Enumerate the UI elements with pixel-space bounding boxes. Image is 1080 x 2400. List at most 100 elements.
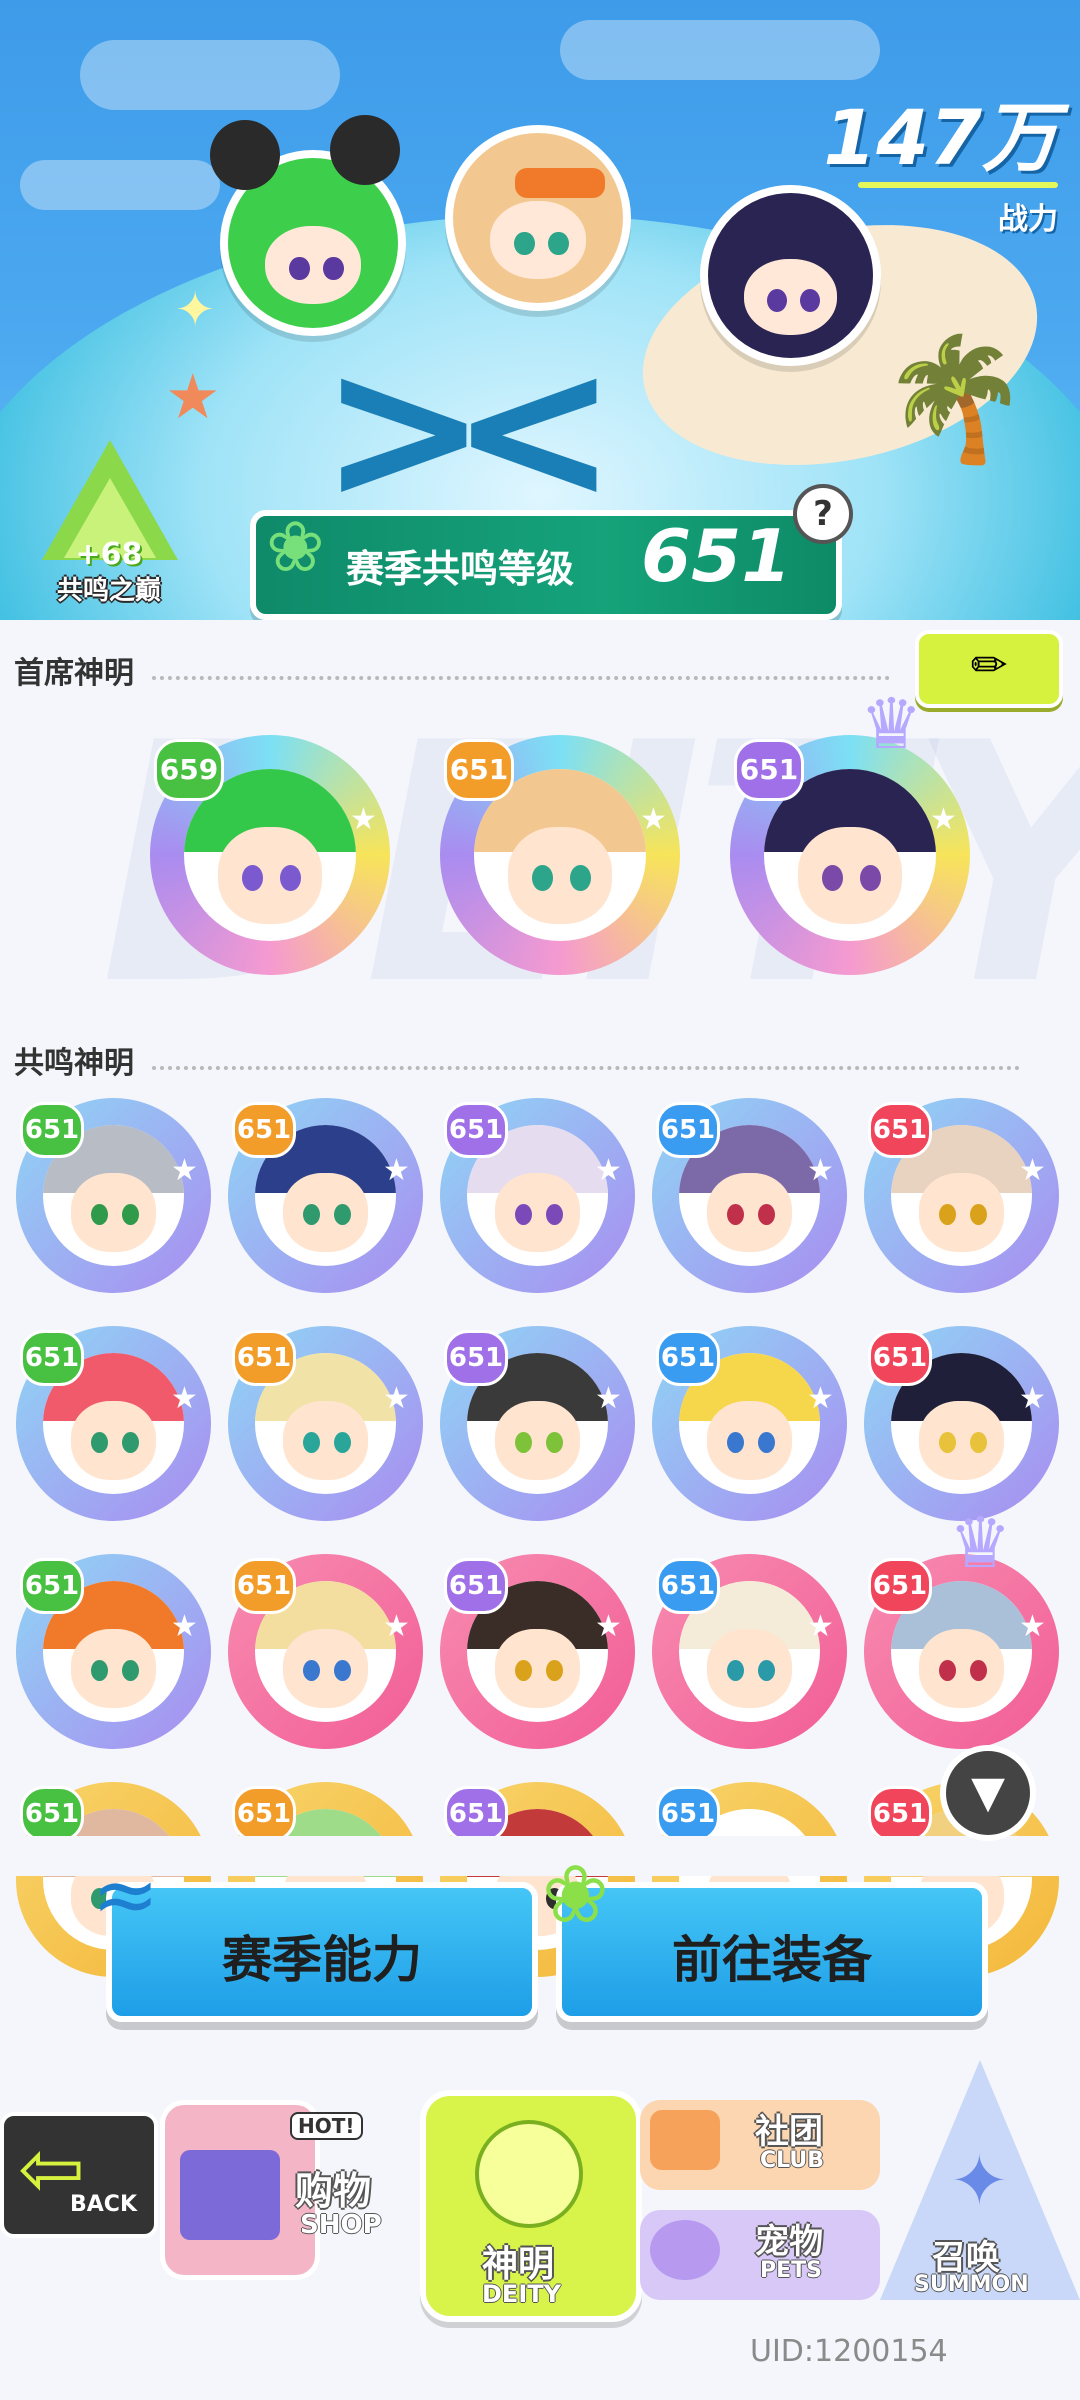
deity-face [71, 1400, 156, 1480]
resonance-deity-title: 共鸣神明 [14, 1046, 134, 1081]
deity-level-badge: 651 [444, 739, 514, 801]
deity-en-label: DEITY [482, 2280, 561, 2308]
section-divider [152, 1066, 1020, 1070]
character-eye [548, 231, 569, 256]
season-level: 651 [641, 514, 792, 598]
deity-face [919, 1628, 1004, 1708]
resonance-peak-badge[interactable]: +68 共鸣之巅 [34, 440, 184, 606]
deity-eye [90, 1431, 108, 1454]
bunny-ear [330, 115, 400, 185]
scene-character-blonde[interactable] [445, 125, 631, 311]
season-ability-label: 赛季能力 [222, 1931, 422, 1989]
deity-eye [90, 1659, 108, 1682]
deity-avatar[interactable]: ★ 651 ♛ [864, 1502, 1059, 1749]
deity-eye [302, 1431, 320, 1454]
nav-deity[interactable]: 神明 DEITY [420, 2060, 642, 2322]
nav-summon[interactable]: ✦ 召唤 SUMMON [880, 2060, 1080, 2310]
star-icon: ★ [383, 1381, 410, 1416]
help-icon[interactable]: ? [793, 484, 853, 544]
deity-avatar[interactable]: ★ 651 [440, 735, 680, 975]
character-eye [323, 256, 344, 281]
sunglasses-icon [515, 168, 605, 198]
deity-eye [570, 865, 591, 892]
deity-avatar[interactable]: ★ 651 [864, 1098, 1059, 1293]
combat-power: 147万 战力 [823, 100, 1058, 238]
season-ability-button[interactable]: ≈ 赛季能力 [92, 1848, 538, 2022]
deity-avatar[interactable]: ★ 651 [16, 1098, 211, 1293]
deity-face [508, 827, 612, 924]
crown-icon: ♛ [949, 1502, 1012, 1584]
star-icon: ★ [383, 1153, 410, 1188]
deity-face [495, 1628, 580, 1708]
deity-avatar[interactable]: ★ 651 [440, 1326, 635, 1521]
star-icon: ★ [1019, 1609, 1046, 1644]
star-icon: ★ [595, 1381, 622, 1416]
deity-avatar[interactable]: ★ 651 [652, 1098, 847, 1293]
briefcase-icon [650, 2110, 720, 2170]
bunny-ear [210, 120, 280, 190]
star-icon: ★ [383, 1609, 410, 1644]
character-eye [767, 288, 788, 312]
go-equip-button[interactable]: ❀ 前往装备 [542, 1848, 988, 2022]
scroll-mask [0, 1836, 1080, 1876]
summon-en-label: SUMMON [914, 2272, 1029, 2297]
deity-level-badge: 651 [868, 1102, 932, 1158]
edit-lineup-button[interactable]: ✏ [915, 630, 1063, 708]
deity-avatar[interactable]: ★ 659 [150, 735, 390, 975]
nav-shop[interactable]: HOT! 购物 SHOP [150, 2060, 410, 2280]
go-equip-label: 前往装备 [672, 1931, 872, 1989]
deity-avatar[interactable]: ★ 651 [652, 1554, 847, 1749]
deity-eye [938, 1203, 956, 1226]
deity-level-badge: 651 [656, 1330, 720, 1386]
deity-level-badge: 651 [20, 1330, 84, 1386]
deity-avatar[interactable]: ★ 651 [228, 1098, 423, 1293]
character-face [490, 201, 586, 280]
nav-club[interactable]: 社团 CLUB [640, 2090, 890, 2200]
star-icon: ★ [807, 1381, 834, 1416]
deity-face [707, 1628, 792, 1708]
deity-eye [726, 1659, 744, 1682]
deity-eye [757, 1659, 775, 1682]
nav-pets[interactable]: 宠物 PETS [640, 2200, 890, 2310]
deity-eye [280, 865, 301, 892]
deity-level-badge: 651 [656, 1102, 720, 1158]
deity-eye [726, 1203, 744, 1226]
section-divider [152, 676, 890, 680]
deity-avatar[interactable]: ★ 651 [440, 1098, 635, 1293]
deity-level-badge: 651 [444, 1786, 508, 1842]
back-button[interactable]: ⇦ BACK [0, 2112, 158, 2238]
deity-avatar[interactable]: ★ 651 [228, 1554, 423, 1749]
star-icon: ★ [171, 1609, 198, 1644]
deity-avatar[interactable]: ★ 651 [228, 1326, 423, 1521]
star-icon: ★ [171, 1153, 198, 1188]
deity-avatar[interactable]: ★ 651 [652, 1326, 847, 1521]
star-icon: ★ [595, 1153, 622, 1188]
filter-icon[interactable]: ▼ [940, 1745, 1036, 1841]
cloud [80, 40, 340, 110]
deity-avatar[interactable]: ★ 651 [440, 1554, 635, 1749]
deity-avatar[interactable]: ★ 651 [16, 1326, 211, 1521]
deity-eye [757, 1203, 775, 1226]
deity-face [283, 1400, 368, 1480]
deity-eye [514, 1431, 532, 1454]
star-icon: ★ [350, 802, 377, 837]
deity-character-icon [475, 2120, 583, 2228]
deity-eye [938, 1659, 956, 1682]
deity-level-badge: 651 [444, 1102, 508, 1158]
club-en-label: CLUB [760, 2148, 825, 2173]
star-icon: ★ [595, 1609, 622, 1644]
deity-avatar[interactable]: ★ 651 ♛ [730, 683, 970, 975]
deity-level-badge: 651 [868, 1330, 932, 1386]
deity-level-badge: 651 [232, 1558, 296, 1614]
deity-avatar[interactable]: ★ 651 [16, 1554, 211, 1749]
deity-level-badge: 651 [656, 1786, 720, 1842]
deity-eye [514, 1659, 532, 1682]
deity-level-badge: 651 [868, 1558, 932, 1614]
star-icon: ★ [640, 802, 667, 837]
starfish-icon: ★ [165, 360, 221, 433]
deity-level-badge: 651 [20, 1102, 84, 1158]
deity-eye [90, 1203, 108, 1226]
deity-avatar[interactable]: ★ 651 [864, 1326, 1059, 1521]
deity-eye [121, 1203, 139, 1226]
deity-face [71, 1172, 156, 1252]
